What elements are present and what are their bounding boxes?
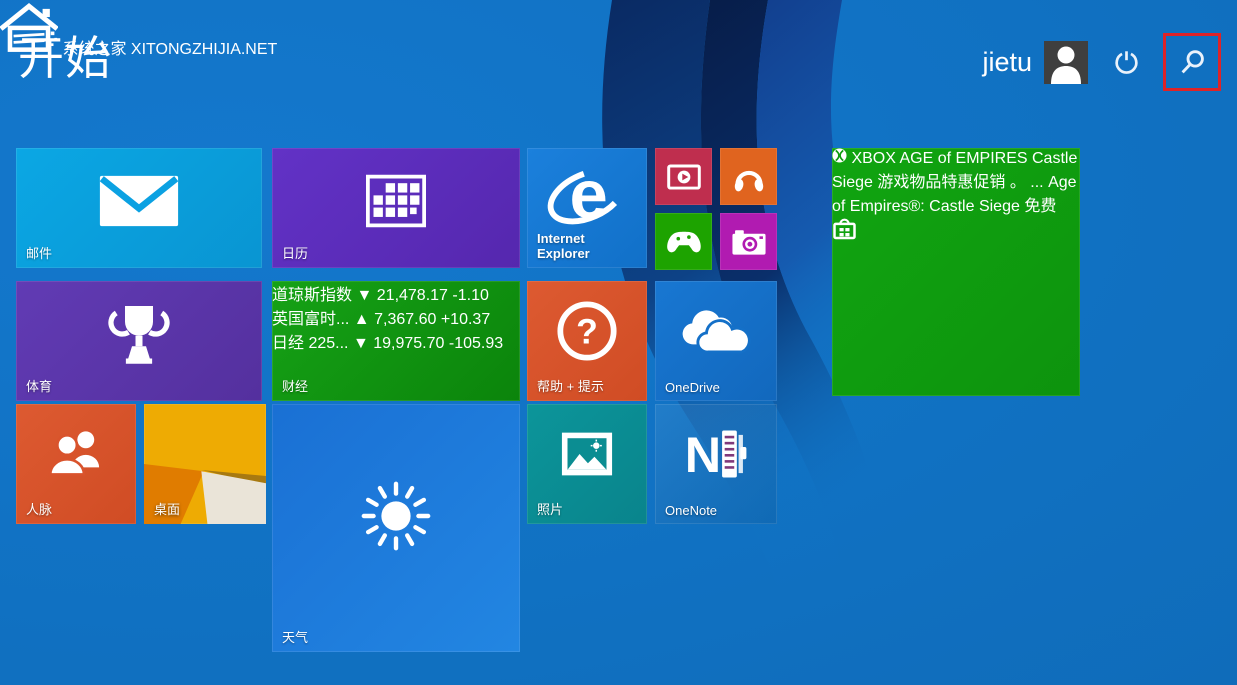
page-title: 开始 [18,22,112,88]
xbox-sphere-icon [832,148,847,163]
tile-label: 天气 [282,627,308,646]
quote-row: 日经 225... ▼ 19,975.70 -105.93 [272,329,520,353]
game-art-text: EMPIRES [956,150,1028,167]
game-art-text: AGE of [899,150,951,167]
xbox-brand-label: XBOX [851,150,895,167]
tile-label: Internet Explorer [537,232,607,262]
search-button[interactable] [1163,33,1221,91]
tile-calendar[interactable]: 日历 [272,148,520,268]
user-silhouette-icon [1044,41,1088,84]
tile-video[interactable] [655,148,712,205]
photo-icon [561,432,613,477]
start-screen: 开始 jietu [0,0,1237,685]
tile-label: OneDrive [665,380,720,395]
tile-finance[interactable]: 道琼斯指数 ▼ 21,478.17 -1.10 英国富时... ▲ 7,367.… [272,281,520,401]
onenote-icon: N [683,425,749,483]
quote-value: 7,367.60 +10.37 [374,311,490,328]
stock-quotes: 道琼斯指数 ▼ 21,478.17 -1.10 英国富时... ▲ 7,367.… [272,281,520,353]
quote-name: 道琼斯指数 [272,287,352,304]
tile-desktop[interactable]: 桌面 [144,404,266,524]
tile-label: 日历 [282,243,308,262]
tile-label: 邮件 [26,243,52,262]
tile-label: 体育 [26,376,52,395]
tile-weather[interactable]: 天气 [272,404,520,652]
tile-people[interactable]: 人脉 [16,404,136,524]
user-bar: jietu [982,33,1221,91]
power-icon [1114,49,1139,75]
power-button[interactable] [1114,49,1139,75]
store-bag-icon [832,227,857,244]
search-icon [1179,49,1206,76]
question-mark-icon: ? [555,299,619,363]
promo-price: 免费 [1024,198,1056,215]
down-arrow-icon: ▼ [356,287,372,304]
quote-name: 英国富时... [272,311,349,328]
xbox-brand: XBOX [832,150,899,167]
tile-music[interactable] [720,148,777,205]
tile-photos[interactable]: 照片 [527,404,647,524]
tile-xbox-games[interactable] [655,213,712,270]
tile-label: 桌面 [154,499,180,518]
tile-label: 帮助 + 提示 [537,376,604,395]
internet-explorer-icon: e [545,154,629,238]
username[interactable]: jietu [982,47,1032,78]
video-icon [667,164,701,190]
camera-icon [731,228,766,255]
quote-value: 21,478.17 -1.10 [377,287,489,304]
tile-label: 照片 [537,499,563,518]
svg-text:N: N [685,427,721,484]
sun-icon [357,477,435,555]
user-avatar[interactable] [1044,41,1088,84]
quote-name: 日经 225... [272,335,348,352]
quote-row: 道琼斯指数 ▼ 21,478.17 -1.10 [272,281,520,305]
mail-icon [98,174,180,228]
quote-row: 英国富时... ▲ 7,367.60 +10.37 [272,305,520,329]
tile-onedrive[interactable]: OneDrive [655,281,777,401]
tile-camera[interactable] [720,213,777,270]
people-icon [44,428,108,480]
quote-value: 19,975.70 -105.93 [373,335,503,352]
tile-label: 人脉 [26,499,52,518]
tile-onenote[interactable]: N OneNote [655,404,777,524]
game-controller-icon [666,229,702,254]
promo-title: 游戏物品特惠促销 。 ... [877,174,1043,191]
calendar-icon [366,174,426,228]
tile-label: OneNote [665,503,717,518]
trophy-icon [104,302,174,366]
svg-text:?: ? [576,312,598,352]
tile-internet-explorer[interactable]: e Internet Explorer [527,148,647,268]
up-arrow-icon: ▲ [354,311,370,328]
cloud-icon [676,306,756,356]
down-arrow-icon: ▼ [353,335,369,352]
tile-mail[interactable]: 邮件 [16,148,262,268]
tile-label: 财经 [282,376,308,395]
tile-help-tips[interactable]: ? 帮助 + 提示 [527,281,647,401]
headphones-icon [732,162,765,192]
tile-xbox-store-promo[interactable]: XBOX AGE of EMPIRES Castle Siege 游戏物品特惠促… [832,148,1080,396]
tile-sports[interactable]: 体育 [16,281,262,401]
